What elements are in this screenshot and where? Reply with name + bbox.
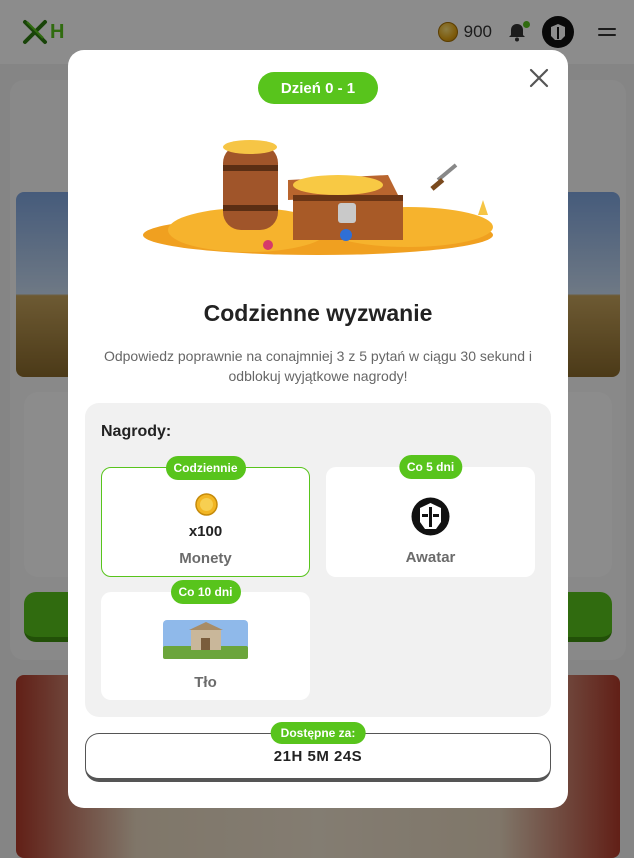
daily-challenge-modal: Dzień 0 - 1 Codzienne wyzwanie Odpowiedz… bbox=[68, 50, 568, 808]
coin-icon bbox=[195, 493, 218, 516]
rewards-panel: Nagrody: Codziennie x100 Monety Co 5 dni… bbox=[85, 403, 551, 717]
reward-tag: Co 10 dni bbox=[170, 580, 241, 604]
rewards-heading: Nagrody: bbox=[101, 423, 172, 440]
background-image bbox=[163, 620, 248, 659]
day-badge: Dzień 0 - 1 bbox=[258, 72, 378, 104]
timer-label: Dostępne za: bbox=[270, 722, 366, 744]
avatar-icon bbox=[411, 497, 450, 536]
close-icon bbox=[529, 68, 549, 88]
availability-timer: Dostępne za: 21H 5M 24S bbox=[85, 722, 551, 782]
reward-tag: Co 5 dni bbox=[398, 455, 463, 479]
reward-name: Tło bbox=[194, 674, 217, 691]
reward-name: Awatar bbox=[405, 549, 456, 566]
treasure-illustration bbox=[143, 140, 493, 255]
close-button[interactable] bbox=[528, 67, 550, 89]
reward-card-avatar[interactable]: Co 5 dni Awatar bbox=[326, 455, 535, 577]
timer-value: 21H 5M 24S bbox=[273, 748, 363, 765]
modal-title: Codzienne wyzwanie bbox=[203, 300, 433, 326]
reward-card-background[interactable]: Co 10 dni Tło bbox=[101, 580, 310, 700]
reward-quantity: x100 bbox=[188, 523, 223, 540]
reward-tag: Codziennie bbox=[165, 456, 246, 480]
modal-description: Odpowiedz poprawnie na conajmniej 3 z 5 … bbox=[103, 348, 533, 384]
reward-card-coins[interactable]: Codziennie x100 Monety bbox=[101, 456, 310, 577]
reward-name: Monety bbox=[179, 550, 232, 567]
